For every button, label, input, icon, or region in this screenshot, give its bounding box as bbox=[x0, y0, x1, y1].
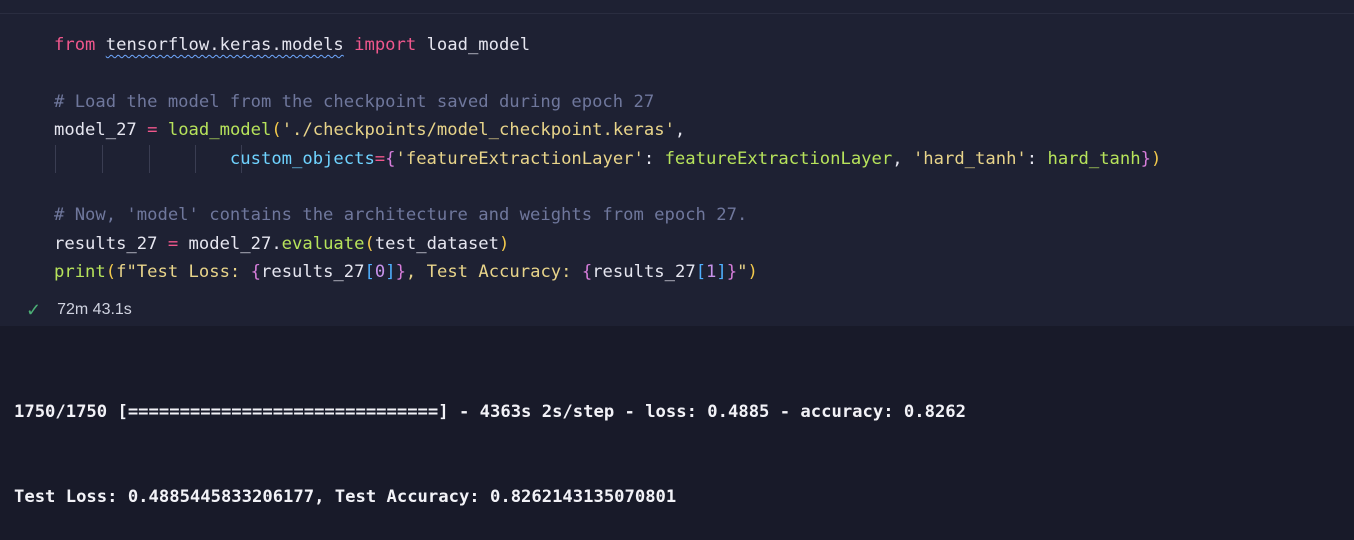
code-token: , Test Accuracy: bbox=[405, 262, 582, 283]
code-token: { bbox=[385, 148, 396, 169]
code-token: model_27 bbox=[54, 120, 148, 141]
code-token: : bbox=[643, 148, 665, 169]
code-token: ) bbox=[747, 262, 758, 283]
code-token: 'hard_tanh' bbox=[912, 148, 1027, 169]
code-token: 'featureExtractionLayer' bbox=[395, 148, 644, 169]
code-editor[interactable]: from tensorflow.keras.models import load… bbox=[54, 31, 1161, 287]
code-token: , bbox=[892, 148, 913, 169]
code-token: './checkpoints/model_checkpoint.keras' bbox=[281, 120, 675, 141]
output-line-progress: 1750/1750 [=============================… bbox=[14, 401, 966, 422]
code-token: : bbox=[1026, 148, 1048, 169]
code-cell[interactable]: from tensorflow.keras.models import load… bbox=[0, 0, 1354, 326]
output-line-result: Test Loss: 0.4885445833206177, Test Accu… bbox=[14, 487, 677, 508]
execution-status: ✓ 72m 43.1s bbox=[26, 298, 132, 322]
code-token: load_model bbox=[167, 120, 272, 141]
code-token: model_27. bbox=[178, 233, 282, 254]
code-token: featureExtractionLayer bbox=[664, 148, 893, 169]
code-token: " bbox=[737, 262, 748, 283]
execution-time: 72m 43.1s bbox=[57, 301, 132, 318]
code-token: ( bbox=[364, 233, 375, 254]
code-token: load_model bbox=[416, 35, 531, 55]
code-token: results_27 bbox=[54, 233, 168, 254]
code-token: 0 bbox=[374, 262, 386, 283]
code-token: , bbox=[674, 120, 686, 141]
code-token: results_27 bbox=[592, 262, 696, 283]
code-token: ] bbox=[716, 262, 727, 283]
cell-output: 1750/1750 [=============================… bbox=[14, 341, 966, 540]
code-token: = bbox=[167, 233, 179, 254]
code-token: ) bbox=[499, 233, 510, 254]
code-token: print bbox=[54, 262, 106, 283]
code-token: ( bbox=[105, 262, 117, 283]
code-line: # Load the model from the checkpoint sav… bbox=[54, 88, 1161, 116]
code-token: } bbox=[1140, 148, 1151, 169]
code-token: ) bbox=[1150, 148, 1162, 169]
code-token: from bbox=[54, 35, 96, 55]
code-token: custom_objects bbox=[229, 148, 375, 169]
code-token: [ bbox=[695, 262, 707, 283]
code-line: # Now, 'model' contains the architecture… bbox=[54, 201, 1161, 229]
code-token: ( bbox=[271, 120, 282, 141]
code-token: = bbox=[374, 148, 386, 169]
code-token: = bbox=[147, 120, 158, 141]
code-token: } bbox=[726, 262, 738, 283]
code-token: # Now, 'model' contains the architecture… bbox=[54, 205, 748, 226]
cell-top-border bbox=[0, 13, 1354, 14]
code-token: f"Test Loss: bbox=[116, 262, 251, 283]
code-token: test_dataset bbox=[374, 233, 500, 254]
code-token: # Load the model from the checkpoint sav… bbox=[54, 91, 655, 112]
code-token: } bbox=[395, 262, 406, 283]
code-token: evaluate bbox=[281, 233, 365, 254]
code-token: results_27 bbox=[261, 262, 365, 283]
code-token: { bbox=[250, 262, 261, 283]
code-line: model_27 = load_model('./checkpoints/mod… bbox=[54, 116, 1161, 144]
code-line: print(f"Test Loss: {results_27[0]}, Test… bbox=[54, 258, 1161, 286]
code-token: ] bbox=[385, 262, 396, 283]
code-line: custom_objects={'featureExtractionLayer'… bbox=[54, 145, 1161, 173]
code-line: results_27 = model_27.evaluate(test_data… bbox=[54, 230, 1161, 258]
code-token: [ bbox=[364, 262, 375, 283]
check-icon: ✓ bbox=[26, 299, 42, 320]
code-token: 1 bbox=[706, 262, 717, 283]
code-token: { bbox=[581, 262, 593, 283]
code-token: hard_tanh bbox=[1047, 148, 1141, 169]
code-token: tensorflow.keras.models bbox=[105, 35, 344, 55]
code-line: from tensorflow.keras.models import load… bbox=[54, 31, 1161, 59]
code-token: import bbox=[354, 35, 417, 55]
